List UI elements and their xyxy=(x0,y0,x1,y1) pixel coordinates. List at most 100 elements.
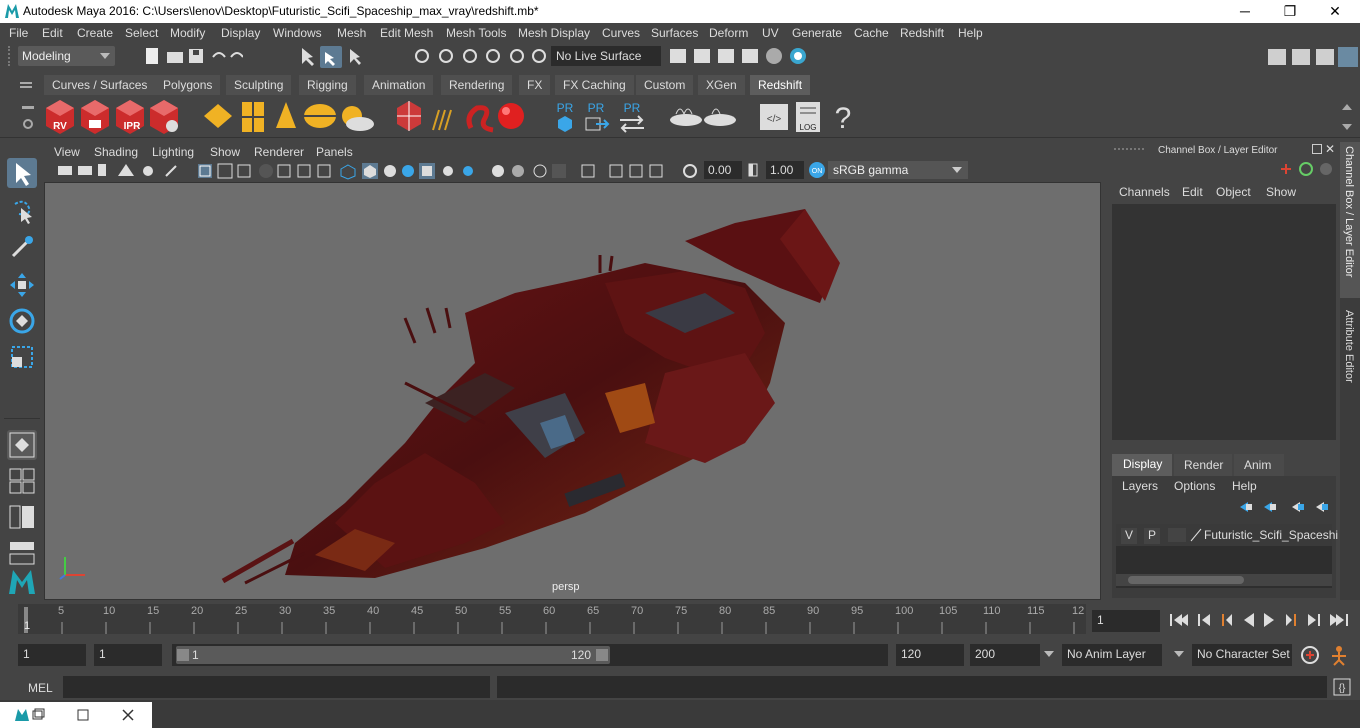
lasso-tool[interactable] xyxy=(7,196,37,226)
maximize-window-icon[interactable] xyxy=(77,709,89,721)
layout-outliner-icon[interactable] xyxy=(7,502,37,532)
playback-start-field[interactable]: 1 xyxy=(94,644,162,666)
live-surface-field[interactable]: No Live Surface xyxy=(551,46,661,66)
close-window-icon[interactable] xyxy=(122,709,134,721)
menu-mesh[interactable]: Mesh xyxy=(337,26,366,40)
side-tab-channel-box[interactable]: Channel Box / Layer Editor xyxy=(1340,142,1360,298)
exposure-field[interactable]: 0.00 xyxy=(704,161,742,179)
menu-redshift[interactable]: Redshift xyxy=(900,26,944,40)
menu-file[interactable]: File xyxy=(9,26,28,40)
tab-redshift[interactable]: Redshift xyxy=(750,75,811,95)
menu-uv[interactable]: UV xyxy=(762,26,779,40)
layer-playback-toggle[interactable]: P xyxy=(1144,528,1160,544)
layer-action-icons[interactable] xyxy=(1236,498,1332,516)
redshift-material-icons[interactable] xyxy=(393,98,533,136)
shelf-scroll-icon[interactable] xyxy=(1342,104,1352,130)
playback-controls[interactable] xyxy=(1168,610,1352,630)
minimize-button[interactable]: ─ xyxy=(1222,0,1268,23)
layer-color-icon[interactable] xyxy=(1190,528,1202,542)
menu-generate[interactable]: Generate xyxy=(792,26,842,40)
tab-polygons[interactable]: Polygons xyxy=(155,75,221,95)
layers-menu[interactable]: Layers xyxy=(1122,479,1158,493)
selection-mask-icons[interactable] xyxy=(298,45,368,69)
maya-home-icon[interactable] xyxy=(7,566,37,596)
shelf-side-icons[interactable] xyxy=(20,100,36,134)
menu-edit[interactable]: Edit xyxy=(42,26,63,40)
layer-row[interactable]: V P Futuristic_Scifi_Spaceshi xyxy=(1116,524,1338,546)
viewport-menu-shading[interactable]: Shading xyxy=(94,145,138,159)
menu-edit-mesh[interactable]: Edit Mesh xyxy=(380,26,433,40)
channel-edit-menu[interactable]: Edit xyxy=(1182,185,1203,199)
color-space-dropdown[interactable]: sRGB gamma xyxy=(828,161,968,179)
layer-tab-display[interactable]: Display xyxy=(1112,454,1172,476)
close-panel-icon[interactable]: ✕ xyxy=(1325,142,1335,156)
layout-single-pane-icon[interactable] xyxy=(7,430,37,460)
snap-icons[interactable] xyxy=(413,47,548,67)
rotate-tool[interactable] xyxy=(7,306,37,336)
range-slider[interactable]: 1 120 xyxy=(172,644,888,666)
render-icons[interactable] xyxy=(668,47,813,67)
menu-display[interactable]: Display xyxy=(221,26,260,40)
layer-name[interactable]: Futuristic_Scifi_Spaceshi xyxy=(1204,528,1338,542)
layer-options-menu[interactable]: Options xyxy=(1174,479,1215,493)
menu-modify[interactable]: Modify xyxy=(170,26,205,40)
gamma-field[interactable]: 1.00 xyxy=(766,161,804,179)
float-panel-icon[interactable] xyxy=(1312,144,1322,154)
script-editor-icon[interactable]: {} xyxy=(1333,678,1351,696)
menu-create[interactable]: Create xyxy=(77,26,113,40)
tab-fx-caching[interactable]: FX Caching xyxy=(555,75,634,95)
command-input[interactable] xyxy=(63,676,490,698)
workspace-icons[interactable] xyxy=(1266,45,1360,69)
chevron-down-icon[interactable] xyxy=(1174,651,1184,657)
viewport-menu-panels[interactable]: Panels xyxy=(316,145,353,159)
animation-end-field[interactable]: 200 xyxy=(970,644,1040,666)
select-tool[interactable] xyxy=(7,158,37,188)
viewport-menu-lighting[interactable]: Lighting xyxy=(152,145,194,159)
drag-handle[interactable] xyxy=(8,46,14,66)
tab-animation[interactable]: Animation xyxy=(364,75,434,95)
redshift-proxy-icons[interactable]: PR PR PR xyxy=(552,98,652,136)
scale-tool[interactable] xyxy=(7,342,37,372)
persp-viewport[interactable]: persp xyxy=(44,182,1101,600)
range-slider-handle[interactable]: 1 120 xyxy=(176,646,610,664)
file-icons-group[interactable] xyxy=(143,47,243,67)
menu-windows[interactable]: Windows xyxy=(273,26,322,40)
layer-visibility-toggle[interactable]: V xyxy=(1121,528,1137,544)
layout-four-pane-icon[interactable] xyxy=(7,466,37,496)
current-frame-field[interactable]: 1 xyxy=(1092,610,1160,632)
layer-tab-render[interactable]: Render xyxy=(1174,454,1232,476)
time-slider[interactable]: 5 10 15 20 25 30 35 40 45 50 55 60 65 70… xyxy=(18,604,1086,634)
layer-tab-anim[interactable]: Anim xyxy=(1234,454,1284,476)
side-tab-attribute-editor[interactable]: Attribute Editor xyxy=(1340,302,1360,398)
tab-fx[interactable]: FX xyxy=(519,75,551,95)
close-button[interactable]: ✕ xyxy=(1312,0,1358,23)
minimized-window-bar[interactable] xyxy=(0,702,152,728)
color-management-icon[interactable]: ON xyxy=(808,161,826,179)
menu-cache[interactable]: Cache xyxy=(854,26,889,40)
move-tool[interactable] xyxy=(7,270,37,300)
viewport-menu-view[interactable]: View xyxy=(54,145,80,159)
restore-window-icon[interactable] xyxy=(15,708,45,722)
tab-rendering[interactable]: Rendering xyxy=(441,75,513,95)
tab-curves-surfaces[interactable]: Curves / Surfaces xyxy=(44,75,156,95)
viewport-panel-icons[interactable] xyxy=(56,162,706,180)
channel-show-menu[interactable]: Show xyxy=(1266,185,1296,199)
menu-deform[interactable]: Deform xyxy=(709,26,748,40)
redshift-utility-icons[interactable]: </> LOG ? xyxy=(668,98,858,136)
tab-sculpting[interactable]: Sculpting xyxy=(226,75,292,95)
paint-select-tool[interactable] xyxy=(7,232,37,262)
tab-custom[interactable]: Custom xyxy=(636,75,694,95)
maximize-button[interactable]: ❐ xyxy=(1267,0,1313,23)
channel-list[interactable] xyxy=(1112,204,1336,440)
channel-box-icons[interactable] xyxy=(1278,160,1338,178)
channels-menu[interactable]: Channels xyxy=(1119,185,1170,199)
redshift-light-icons[interactable] xyxy=(200,98,380,136)
menu-surfaces[interactable]: Surfaces xyxy=(651,26,698,40)
mel-label[interactable]: MEL xyxy=(28,681,53,695)
animation-start-field[interactable]: 1 xyxy=(18,644,86,666)
viewport-menu-renderer[interactable]: Renderer xyxy=(254,145,304,159)
tab-xgen[interactable]: XGen xyxy=(698,75,745,95)
shelf-menu-icon[interactable] xyxy=(20,82,32,88)
playback-end-field[interactable]: 120 xyxy=(896,644,964,666)
menu-mesh-tools[interactable]: Mesh Tools xyxy=(446,26,506,40)
